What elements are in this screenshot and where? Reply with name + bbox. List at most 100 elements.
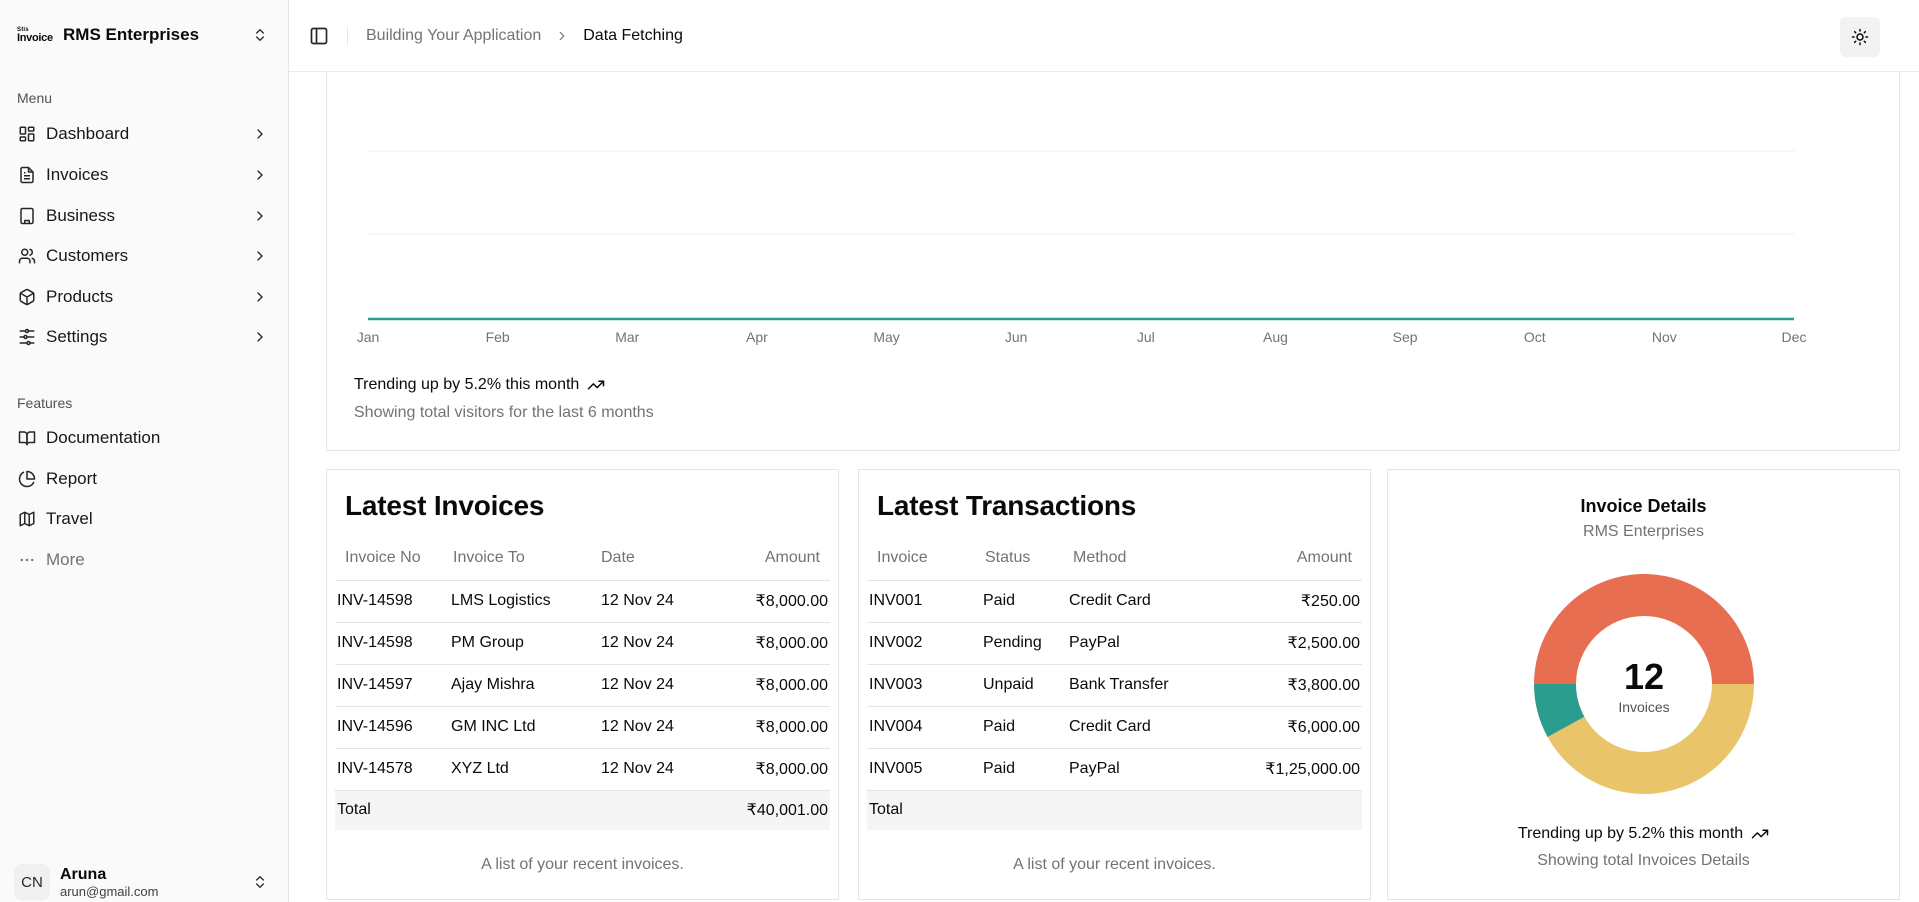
table-cell: 12 Nov 24 xyxy=(599,706,705,749)
breadcrumb-link[interactable]: Building Your Application xyxy=(366,27,541,45)
table-cell-empty xyxy=(1217,790,1362,830)
user-email: arun@gmail.com xyxy=(60,883,159,899)
map-icon xyxy=(19,511,35,527)
file-text-icon xyxy=(20,166,34,184)
table-cell: ₹8,000.00 xyxy=(705,622,830,665)
table-caption: A list of your recent invoices. xyxy=(481,856,684,873)
chevron-right-icon xyxy=(257,332,263,342)
chevron-right-icon xyxy=(257,170,263,180)
table-cell: ₹1,25,000.00 xyxy=(1217,748,1362,791)
table-header-row: Invoice Status Method Amount xyxy=(867,536,1362,581)
table-cell: Unpaid xyxy=(981,664,1067,707)
sidebar-item-invoices[interactable]: Invoices xyxy=(10,158,276,192)
chevron-right-icon xyxy=(257,292,263,302)
table-cell-empty xyxy=(449,790,599,830)
features-group-label: Features xyxy=(17,395,73,411)
sidebar-item-dashboard[interactable]: Dashboard xyxy=(10,117,276,151)
x-tick-label: Nov xyxy=(1652,329,1677,345)
table-cell: INV004 xyxy=(867,706,981,749)
sidebar-item-label: Products xyxy=(46,287,114,306)
column-header: Invoice xyxy=(867,536,981,581)
table-row: INV-14578 XYZ Ltd 12 Nov 24 ₹8,000.00 xyxy=(335,748,830,791)
sidebar-item-label: Business xyxy=(46,206,115,225)
donut-center-value: 12 xyxy=(1624,656,1664,697)
settings-icon xyxy=(19,328,35,346)
x-tick-label: Aug xyxy=(1263,329,1288,345)
table-cell-empty xyxy=(1067,790,1217,830)
column-header: Amount xyxy=(1217,536,1362,581)
table-cell: INV-14598 xyxy=(335,622,449,665)
table-cell: ₹8,000.00 xyxy=(705,706,830,749)
table-cell: INV002 xyxy=(867,622,981,665)
user-menu[interactable]: CN Aruna arun@gmail.com xyxy=(14,858,276,902)
sidebar-item-label: Dashboard xyxy=(46,124,130,143)
table-total-row: Total ₹40,001.00 xyxy=(335,790,830,830)
theme-toggle-button[interactable] xyxy=(1840,17,1880,57)
table-header-row: Invoice No Invoice To Date Amount xyxy=(335,536,830,581)
latest-invoices-card: Latest Invoices Invoice No Invoice To Da… xyxy=(326,469,839,900)
package-icon xyxy=(19,288,35,306)
table-cell: INV-14597 xyxy=(335,664,449,707)
table-cell: ₹2,500.00 xyxy=(1217,622,1362,665)
table-cell: PM Group xyxy=(449,622,599,665)
sidebar-toggle-icon[interactable] xyxy=(309,26,329,46)
table-cell: LMS Logistics xyxy=(449,580,599,623)
table-cell: INV-14598 xyxy=(335,580,449,623)
chevron-right-icon xyxy=(257,129,263,139)
x-tick-label: Jul xyxy=(1137,329,1155,345)
sidebar-item-label: Documentation xyxy=(46,428,161,447)
column-header: Method xyxy=(1067,536,1217,581)
top-bar: Building Your Application Data Fetching xyxy=(289,0,1919,72)
sidebar-item-report[interactable]: Report xyxy=(10,462,276,496)
chart-trend: Trending up by 5.2% this month xyxy=(354,376,605,394)
x-tick-label: Sep xyxy=(1393,329,1418,345)
sidebar-item-label: Travel xyxy=(46,509,93,528)
sidebar: Stis Invoice RMS Enterprises Menu Dashbo… xyxy=(0,0,289,902)
chevrons-up-down-icon xyxy=(256,876,264,888)
table-row: INV004 Paid Credit Card ₹6,000.00 xyxy=(867,706,1362,749)
sidebar-item-more[interactable]: More xyxy=(10,543,276,577)
trending-up-icon xyxy=(588,380,605,390)
column-header: Date xyxy=(599,536,705,581)
brand-logo: Stis Invoice xyxy=(17,24,55,46)
team-switcher[interactable]: Stis Invoice RMS Enterprises xyxy=(14,14,276,56)
table-cell: INV003 xyxy=(867,664,981,707)
table-cell: INV-14596 xyxy=(335,706,449,749)
sidebar-item-business[interactable]: Business xyxy=(10,199,276,233)
sun-icon xyxy=(1851,28,1869,46)
sidebar-item-travel[interactable]: Travel xyxy=(10,502,276,536)
donut-center-label: Invoices xyxy=(1618,699,1669,715)
invoice-details-footer: Showing total Invoices Details xyxy=(1537,852,1750,869)
table-cell: Bank Transfer xyxy=(1067,664,1217,707)
table-cell: ₹6,000.00 xyxy=(1217,706,1362,749)
sidebar-item-customers[interactable]: Customers xyxy=(10,239,276,273)
table-cell: PayPal xyxy=(1067,748,1217,791)
x-tick-label: Oct xyxy=(1524,329,1546,345)
visitors-chart-card: Jan Feb Mar Apr May Jun Jul Aug Sep Oct Nov Dec Tre… xyxy=(326,58,1900,451)
sidebar-item-documentation[interactable]: Documentation xyxy=(10,421,276,455)
sidebar-item-settings[interactable]: Settings xyxy=(10,320,276,354)
table-row: INV001 Paid Credit Card ₹250.00 xyxy=(867,580,1362,623)
trending-up-icon xyxy=(1751,829,1769,839)
invoice-trend-text: Trending up by 5.2% this month xyxy=(1517,825,1744,842)
total-label: Total xyxy=(867,790,981,830)
table-row: INV-14598 PM Group 12 Nov 24 ₹8,000.00 xyxy=(335,622,830,665)
sidebar-item-products[interactable]: Products xyxy=(10,280,276,314)
latest-transactions-title: Latest Transactions xyxy=(877,490,1137,521)
book-icon xyxy=(18,431,36,446)
total-value: ₹40,001.00 xyxy=(705,790,830,830)
table-cell: ₹3,800.00 xyxy=(1217,664,1362,707)
table-row: INV-14597 Ajay Mishra 12 Nov 24 ₹8,000.0… xyxy=(335,664,830,707)
table-row: INV005 Paid PayPal ₹1,25,000.00 xyxy=(867,748,1362,791)
users-icon xyxy=(18,248,36,264)
x-tick-label: May xyxy=(873,329,899,345)
menu-group-label: Menu xyxy=(17,90,53,106)
x-tick-label: Jan xyxy=(357,329,380,345)
table-cell: Paid xyxy=(981,580,1067,623)
sidebar-item-label: Report xyxy=(46,469,98,488)
table-cell: 12 Nov 24 xyxy=(599,580,705,623)
invoice-details-card: Invoice Details RMS Enterprises 12 Invoi… xyxy=(1387,469,1900,900)
dashboard-icon xyxy=(19,126,35,142)
chart-subtitle: Showing total visitors for the last 6 mo… xyxy=(354,404,654,421)
sidebar-item-label: Invoices xyxy=(46,165,109,184)
